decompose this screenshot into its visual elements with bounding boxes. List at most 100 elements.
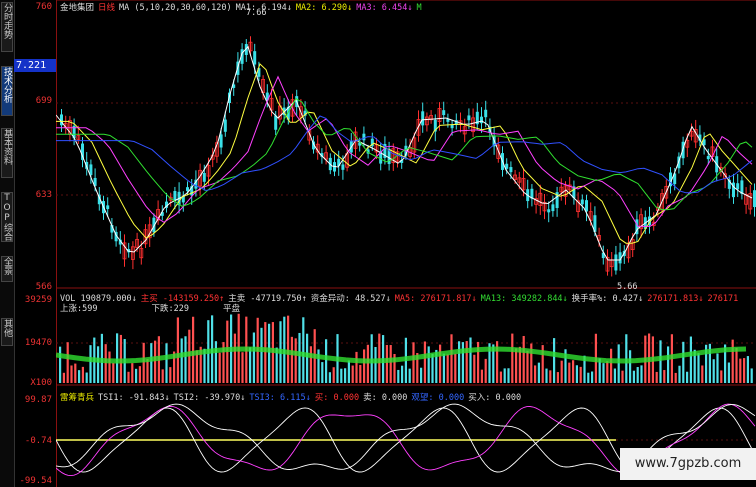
ma3-value: MA3: 6.454↓ xyxy=(356,3,413,13)
volume-bar xyxy=(697,353,700,383)
volume-bar xyxy=(682,341,685,383)
volume-bar xyxy=(423,341,426,383)
oscillator-axis-label: -0.74 xyxy=(24,436,52,446)
fund-flow-value: 资金异动: 48.527↓ xyxy=(310,294,391,304)
volume-bar xyxy=(667,346,670,383)
candle-body xyxy=(547,209,551,213)
tsi3-value: TSI3: 6.115↓ xyxy=(249,393,311,403)
candlestick-series xyxy=(60,36,756,277)
volume-bar xyxy=(515,348,518,383)
volume-bar xyxy=(287,315,290,383)
volume-bar xyxy=(108,351,111,383)
volume-bar xyxy=(606,361,609,383)
candle-body xyxy=(219,134,223,148)
volume-bar xyxy=(340,368,343,383)
volume-bar xyxy=(553,338,556,383)
tab-technical-analysis[interactable]: 技术分析 xyxy=(1,66,13,116)
ma2-value: MA2: 6.290↓ xyxy=(295,3,353,13)
volume-bar xyxy=(442,353,445,383)
advancers-count: 上涨:599 xyxy=(60,304,98,314)
candle-body xyxy=(223,119,227,132)
volume-bar xyxy=(701,365,704,383)
candle-body xyxy=(106,205,110,210)
tab-intraday[interactable]: 分时走势 xyxy=(1,2,13,52)
volume-bar xyxy=(750,368,753,383)
volume-bar xyxy=(473,354,476,383)
volume-bar xyxy=(366,344,369,383)
volume-axis-label: 19470 xyxy=(24,338,52,348)
candle-body xyxy=(421,111,425,126)
volume-bar xyxy=(560,360,563,383)
tab-fundamentals[interactable]: 基本资料 xyxy=(1,128,13,178)
candle-body xyxy=(274,115,278,130)
volume-bar xyxy=(731,339,734,383)
volume-bar xyxy=(59,346,62,383)
candle-body xyxy=(341,164,345,170)
volume-bar xyxy=(328,372,331,383)
moving-average-lines xyxy=(56,45,753,261)
tab-top-overview[interactable]: TOP综合 xyxy=(1,192,13,242)
chart-canvas[interactable] xyxy=(56,0,756,487)
volume-bar xyxy=(739,358,742,383)
volume-bar xyxy=(385,344,388,383)
volume-bar xyxy=(184,336,187,383)
volume-bar xyxy=(579,366,582,383)
moving-average-line xyxy=(56,115,753,194)
price-axis-label: 633 xyxy=(35,190,52,200)
volume-bar xyxy=(545,368,548,383)
volume-bars xyxy=(56,313,753,383)
volume-bar xyxy=(469,337,472,383)
volume-bar xyxy=(431,353,434,383)
volume-bar xyxy=(389,345,392,383)
volume-bar xyxy=(549,370,552,383)
volume-bar xyxy=(427,346,430,383)
tab-other[interactable]: 其他 xyxy=(1,318,13,346)
oscillator-panel-header: 雷筹青兵 TSI1: -91.843↓ TSI2: -39.970↓ TSI3: 6.… xyxy=(60,391,525,403)
volume-bar xyxy=(556,372,559,383)
volume-bar xyxy=(640,365,643,383)
turnover-value: 换手率%: 0.427↓ xyxy=(571,294,644,304)
unchanged-count: 平盘 xyxy=(222,304,240,314)
volume-bar xyxy=(112,362,115,383)
volume-bar xyxy=(526,350,529,383)
volume-bar xyxy=(465,341,468,383)
volume-bar xyxy=(572,360,575,383)
ma4-value: M xyxy=(416,3,422,13)
volume-bar xyxy=(218,352,221,383)
indicator-name: 雷筹青兵 xyxy=(60,393,95,403)
volume-bar xyxy=(374,347,377,383)
volume-bar xyxy=(663,370,666,383)
volume-ma5-value: 276171 xyxy=(707,294,739,304)
volume-bar xyxy=(735,347,738,383)
candle-body xyxy=(585,200,588,212)
volume-bar xyxy=(439,344,442,383)
candle-body xyxy=(186,187,189,192)
volume-bar xyxy=(165,343,168,383)
volume-bar xyxy=(720,370,723,383)
volume-bar xyxy=(610,348,613,383)
volume-axis-label: 39259 xyxy=(24,295,52,305)
volume-bar xyxy=(591,371,594,383)
candle-body xyxy=(614,254,618,271)
candle-body xyxy=(362,133,366,141)
volume-bar xyxy=(78,370,81,383)
volume-bar xyxy=(302,317,305,383)
site-watermark: www.7gpzb.com xyxy=(620,448,756,480)
moving-average-line xyxy=(56,98,753,211)
price-axis: 760 7.221 699 633 566 39259 19470 X100 9… xyxy=(14,0,57,487)
volume-bar xyxy=(507,368,510,383)
ma-definition: MA (5,10,20,30,60,120) xyxy=(119,3,232,13)
stock-name: 金地集团 xyxy=(60,3,95,13)
tab-panorama[interactable]: 全景 xyxy=(1,256,13,282)
oscillator-axis-label: -99.54 xyxy=(19,476,52,486)
volume-bar xyxy=(408,368,411,383)
sell-signal-value: 卖: 0.000 xyxy=(363,393,408,403)
buy-in-value: 买入: 0.000 xyxy=(468,393,522,403)
volume-bar xyxy=(727,362,730,383)
volume-ma13-value: MA13: 349282.844↓ xyxy=(480,294,568,304)
chart-period[interactable]: 日线 xyxy=(98,3,115,13)
volume-bar xyxy=(66,342,69,383)
candle-body xyxy=(202,172,206,182)
volume-bar xyxy=(602,363,605,383)
candle-body xyxy=(467,115,471,121)
